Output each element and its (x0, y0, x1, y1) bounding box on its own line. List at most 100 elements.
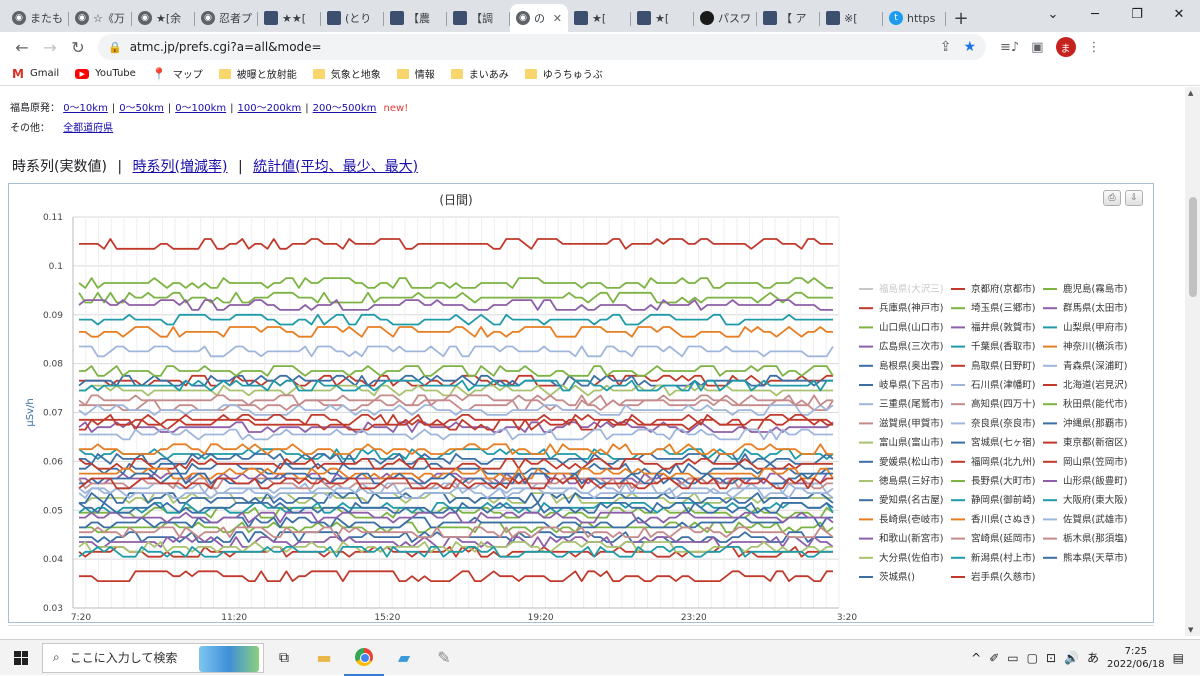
speaker-icon[interactable]: 🔊 (1064, 651, 1079, 665)
browser-tab[interactable]: ◉ 忍者プ (195, 4, 258, 32)
site-icon (763, 11, 777, 25)
bookmark-item[interactable]: まいあみ (450, 66, 509, 81)
link-separator: | (167, 103, 172, 114)
legend-label: 茨城県() (879, 571, 915, 583)
share-icon[interactable]: ⇪ (940, 39, 952, 55)
bookmark-item[interactable]: 被曝と放射能 (218, 66, 297, 81)
tab-search-icon[interactable]: ⌄ (1032, 0, 1074, 28)
mode-link-stats[interactable]: 統計値(平均、最少、最大) (253, 159, 418, 175)
system-tray: ^ ✐ ▭ ▢ ⊡ 🔊 あ 7:25 2022/06/18 ▤ (971, 645, 1200, 671)
browser-tab[interactable]: (とり (321, 4, 384, 32)
bookmark-item[interactable]: ▶ YouTube (75, 68, 136, 79)
scroll-down-icon[interactable]: ▼ (1188, 626, 1193, 634)
close-tab-icon[interactable]: ✕ (553, 12, 562, 25)
network-icon[interactable]: ⊡ (1046, 651, 1056, 665)
bookmark-item[interactable]: M Gmail (12, 67, 59, 81)
restore-icon[interactable]: ❐ (1116, 0, 1158, 28)
taskbar-search[interactable]: ⌕ ここに入力して検索 (42, 642, 264, 673)
browser-tab[interactable]: ★★[ (258, 4, 321, 32)
media-control-icon[interactable]: ≡♪ (1000, 40, 1019, 55)
legend-label: 宮城県(七ヶ宿) (971, 437, 1035, 449)
fukushima-range-link[interactable]: 0～50km (119, 103, 164, 114)
site-icon (390, 11, 404, 25)
notification-icon[interactable]: ▤ (1173, 651, 1184, 665)
legend-label: 大阪府(東大阪) (1063, 494, 1127, 506)
folder-icon (396, 68, 409, 79)
browser-tab[interactable]: t https (883, 4, 946, 32)
site-icon (637, 11, 651, 25)
app-pen-icon[interactable]: ✎ (424, 640, 464, 676)
clock-date: 2022/06/18 (1107, 658, 1165, 670)
legend-label: 愛知県(名古屋) (879, 494, 943, 506)
ime-indicator[interactable]: あ (1087, 649, 1099, 666)
link-all-prefectures[interactable]: 全都道府県 (63, 123, 113, 134)
browser-tab[interactable]: ◉ またも (6, 4, 69, 32)
minimize-icon[interactable]: ─ (1074, 0, 1116, 28)
legend-label: 新潟県(村上市) (971, 552, 1035, 564)
page-scrollbar[interactable]: ▲ ▼ (1185, 87, 1200, 636)
notepad-icon[interactable]: ▰ (384, 640, 424, 676)
task-view-icon[interactable]: ⧉ (264, 640, 304, 676)
tab-label: パスワ (718, 12, 751, 25)
battery-icon[interactable]: ▭ (1007, 651, 1018, 665)
scroll-up-icon[interactable]: ▲ (1188, 89, 1193, 97)
black-logo-icon (700, 11, 714, 25)
legend-label: 三重県(尾鷲市) (879, 398, 943, 410)
browser-tab[interactable]: 【 ア (757, 4, 820, 32)
browser-tab[interactable]: ※[ (820, 4, 883, 32)
menu-icon[interactable]: ⋮ (1088, 40, 1101, 55)
browser-tab[interactable]: 【調 (447, 4, 510, 32)
bookmark-item[interactable]: 📍 マップ (152, 66, 203, 82)
tab-label: 【調 (471, 12, 493, 25)
fukushima-label: 福島原発： (10, 103, 60, 114)
globe-icon: ◉ (75, 11, 89, 25)
bookmark-label: 被曝と放射能 (236, 70, 297, 81)
link-separator: | (230, 103, 234, 114)
bookmark-label: 情報 (414, 70, 435, 81)
forward-icon[interactable]: → (36, 34, 64, 60)
avatar[interactable]: ま (1055, 37, 1076, 57)
y-tick-label: 0.03 (43, 604, 63, 614)
chevron-up-icon[interactable]: ^ (971, 651, 981, 665)
pen-tray-icon[interactable]: ✐ (989, 651, 999, 665)
bookmark-item[interactable]: 情報 (396, 66, 435, 81)
chrome-taskbar-icon[interactable] (344, 640, 384, 676)
browser-tab[interactable]: ★[ (631, 4, 694, 32)
bookmark-item[interactable]: 気象と地象 (312, 66, 381, 81)
site-icon (453, 11, 467, 25)
legend-label: 愛媛県(松山市) (879, 456, 943, 468)
site-icon (264, 11, 278, 25)
site-icon (826, 11, 840, 25)
browser-tab[interactable]: パスワ (694, 4, 757, 32)
browser-tab[interactable]: 【農 (384, 4, 447, 32)
browser-tab[interactable]: ◉ ★[余 (132, 4, 195, 32)
browser-tab[interactable]: ◉ の ✕ (510, 4, 568, 32)
browser-tab[interactable]: ★[ (568, 4, 631, 32)
search-highlight-image (199, 645, 259, 672)
mode-link-rate[interactable]: 時系列(増減率) (133, 159, 228, 175)
address-bar[interactable]: 🔒 atmc.jp/prefs.cgi?a=all&mode= ⇪ ★ (98, 34, 986, 60)
fukushima-range-link[interactable]: 200～500km (313, 103, 377, 114)
bookmark-star-icon[interactable]: ★ (963, 39, 976, 55)
fukushima-range-link[interactable]: 100～200km (238, 103, 302, 114)
y-tick-label: 0.06 (43, 457, 63, 467)
browser-tab[interactable]: ◉ ☆《万 (69, 4, 132, 32)
site-icon (327, 11, 341, 25)
back-icon[interactable]: ← (8, 34, 36, 60)
file-explorer-icon[interactable]: ▬ (304, 640, 344, 676)
new-tab-button[interactable]: + (946, 4, 976, 32)
side-panel-icon[interactable]: ▣ (1031, 40, 1043, 55)
window-controls: ⌄ ─ ❐ ✕ (1032, 0, 1200, 28)
folder-icon (312, 68, 325, 79)
fukushima-range-link[interactable]: 0～10km (63, 103, 108, 114)
bookmark-item[interactable]: ゆうちゅうぶ (524, 66, 603, 81)
lock-icon[interactable]: 🔒 (108, 41, 122, 54)
close-window-icon[interactable]: ✕ (1158, 0, 1200, 28)
scroll-thumb[interactable] (1189, 197, 1197, 297)
bookmark-label: マップ (172, 70, 203, 81)
fukushima-range-link[interactable]: 0～100km (175, 103, 226, 114)
reload-icon[interactable]: ↻ (64, 34, 92, 60)
start-button[interactable] (0, 640, 42, 676)
display-icon[interactable]: ▢ (1027, 651, 1038, 665)
clock[interactable]: 7:25 2022/06/18 (1107, 645, 1165, 671)
